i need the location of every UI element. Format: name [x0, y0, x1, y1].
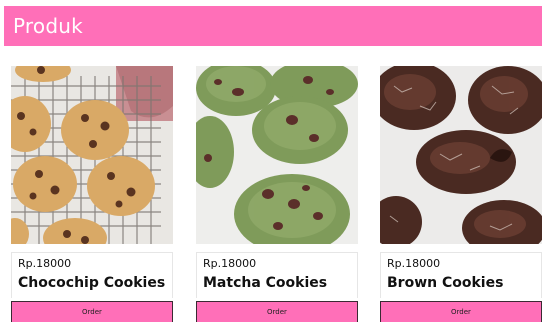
product-info-brown: Rp.18000 Brown Cookies [380, 252, 542, 298]
product-price: Rp.18000 [387, 257, 441, 270]
product-name: Matcha Cookies [203, 275, 328, 291]
chocochip-cookies-photo [11, 66, 173, 244]
page-title: Produk [13, 14, 83, 38]
product-price: Rp.18000 [18, 257, 72, 270]
product-card-brown: Rp.18000 Brown Cookies Order [380, 66, 542, 322]
product-card-matcha: Rp.18000 Matcha Cookies Order [196, 66, 358, 322]
order-button-matcha[interactable]: Order [196, 301, 358, 322]
product-name: Chocochip Cookies [18, 275, 166, 291]
product-info-matcha: Rp.18000 Matcha Cookies [196, 252, 358, 298]
product-name: Brown Cookies [387, 275, 504, 291]
product-info-chocochip: Rp.18000 Chocochip Cookies [11, 252, 173, 298]
product-image-chocochip [11, 66, 173, 244]
order-button-chocochip[interactable]: Order [11, 301, 173, 322]
product-price: Rp.18000 [203, 257, 257, 270]
product-card-chocochip: Rp.18000 Chocochip Cookies Order [11, 66, 173, 322]
order-button-brown[interactable]: Order [380, 301, 542, 322]
brown-cookies-photo [380, 66, 542, 244]
product-image-matcha [196, 66, 358, 244]
matcha-cookies-photo [196, 66, 358, 244]
page-header: Produk [4, 6, 542, 46]
product-image-brown [380, 66, 542, 244]
